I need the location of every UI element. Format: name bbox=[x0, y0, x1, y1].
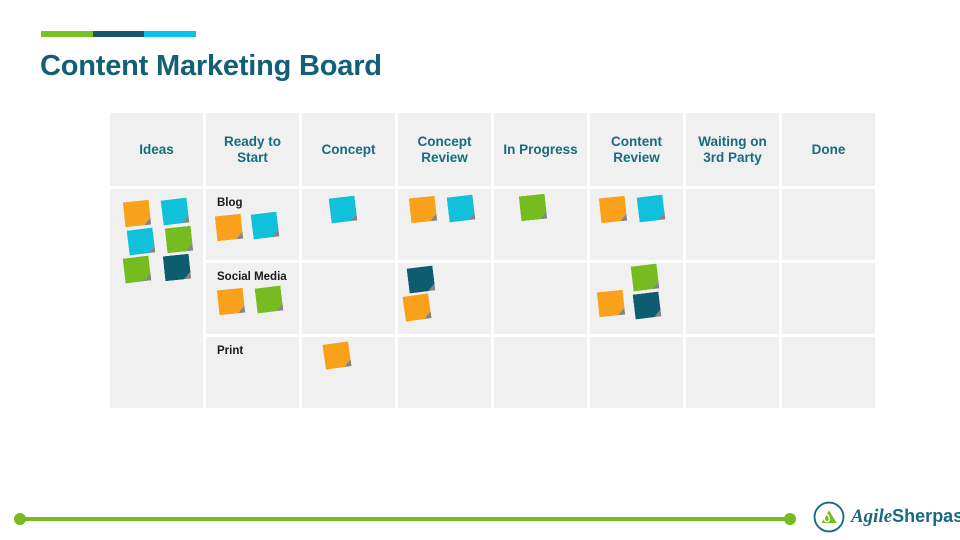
board-cell-social-media-concept[interactable] bbox=[302, 263, 395, 334]
sticky-note-cyan[interactable] bbox=[161, 198, 190, 226]
sticky-note-green[interactable] bbox=[631, 264, 660, 292]
sticky-note-orange[interactable] bbox=[599, 196, 627, 224]
board-cell-print-ready-to-start[interactable]: Print bbox=[206, 337, 299, 408]
sticky-note-orange[interactable] bbox=[322, 341, 351, 369]
sticky-note-cyan[interactable] bbox=[251, 212, 280, 240]
column-header-concept[interactable]: Concept bbox=[302, 113, 395, 186]
sticky-note-orange[interactable] bbox=[217, 288, 245, 316]
sticky-note-orange[interactable] bbox=[215, 214, 243, 242]
sticky-note-green[interactable] bbox=[519, 194, 547, 222]
sticky-note-teal[interactable] bbox=[633, 292, 662, 320]
column-header-content-review[interactable]: Content Review bbox=[590, 113, 683, 186]
board-cell-blog-waiting-on-3rd-party[interactable] bbox=[686, 189, 779, 260]
board-cell-social-media-in-progress[interactable] bbox=[494, 263, 587, 334]
sticky-note-orange[interactable] bbox=[409, 196, 437, 224]
sticky-note-teal[interactable] bbox=[407, 266, 436, 294]
column-header-in-progress[interactable]: In Progress bbox=[494, 113, 587, 186]
board-cell-blog-concept-review[interactable] bbox=[398, 189, 491, 260]
sticky-note-green[interactable] bbox=[165, 226, 193, 254]
board-cell-blog-concept[interactable] bbox=[302, 189, 395, 260]
accent-segment-green bbox=[41, 31, 93, 37]
sticky-note-cyan[interactable] bbox=[329, 196, 358, 224]
board-cell-blog-ready-to-start[interactable]: Blog bbox=[206, 189, 299, 260]
board-cell-social-media-done[interactable] bbox=[782, 263, 875, 334]
sticky-note-green[interactable] bbox=[255, 286, 284, 314]
column-header-done[interactable]: Done bbox=[782, 113, 875, 186]
agilesherpas-logo-mark-icon bbox=[813, 501, 845, 533]
logo-wordmark: AgileSherpas bbox=[851, 506, 960, 528]
board-cell-print-waiting-on-3rd-party[interactable] bbox=[686, 337, 779, 408]
board-cell-print-done[interactable] bbox=[782, 337, 875, 408]
agilesherpas-logo: AgileSherpas bbox=[812, 500, 960, 534]
column-header-concept-review[interactable]: Concept Review bbox=[398, 113, 491, 186]
board-cell-print-content-review[interactable] bbox=[590, 337, 683, 408]
board-cell-print-concept-review[interactable] bbox=[398, 337, 491, 408]
board-cell-social-media-concept-review[interactable] bbox=[398, 263, 491, 334]
column-header-waiting-on-3rd-party[interactable]: Waiting on 3rd Party bbox=[686, 113, 779, 186]
sticky-note-cyan[interactable] bbox=[447, 195, 476, 223]
column-header-ideas[interactable]: Ideas bbox=[110, 113, 203, 186]
sticky-note-green[interactable] bbox=[123, 256, 152, 284]
row-label-social-media: Social Media bbox=[217, 271, 287, 283]
footer-dot-left bbox=[14, 513, 26, 525]
page-title: Content Marketing Board bbox=[40, 50, 382, 82]
board-cell-ideas[interactable] bbox=[110, 189, 203, 408]
sticky-note-orange[interactable] bbox=[597, 290, 625, 318]
footer-dot-right bbox=[784, 513, 796, 525]
title-accent-bar bbox=[41, 31, 197, 37]
sticky-note-cyan[interactable] bbox=[127, 228, 156, 256]
board-cell-print-in-progress[interactable] bbox=[494, 337, 587, 408]
sticky-note-teal[interactable] bbox=[163, 254, 191, 282]
board-cell-blog-done[interactable] bbox=[782, 189, 875, 260]
row-label-blog: Blog bbox=[217, 197, 243, 209]
board-cell-social-media-content-review[interactable] bbox=[590, 263, 683, 334]
footer-divider-line bbox=[18, 517, 790, 521]
column-header-ready-to-start[interactable]: Ready to Start bbox=[206, 113, 299, 186]
board-cell-social-media-waiting-on-3rd-party[interactable] bbox=[686, 263, 779, 334]
accent-segment-teal bbox=[92, 31, 145, 37]
board-cell-social-media-ready-to-start[interactable]: Social Media bbox=[206, 263, 299, 334]
sticky-note-orange[interactable] bbox=[402, 293, 431, 321]
board-cell-blog-content-review[interactable] bbox=[590, 189, 683, 260]
accent-segment-cyan bbox=[144, 31, 197, 37]
logo-word-agile: Agile bbox=[851, 506, 893, 527]
sticky-note-orange[interactable] bbox=[123, 200, 151, 228]
logo-word-sherpas: Sherpas bbox=[892, 506, 960, 526]
sticky-note-cyan[interactable] bbox=[637, 195, 666, 223]
board-cell-blog-in-progress[interactable] bbox=[494, 189, 587, 260]
kanban-board: Ideas Ready to Start Concept Concept Review… bbox=[110, 113, 875, 408]
row-label-print: Print bbox=[217, 345, 244, 357]
board-cell-print-concept[interactable] bbox=[302, 337, 395, 408]
